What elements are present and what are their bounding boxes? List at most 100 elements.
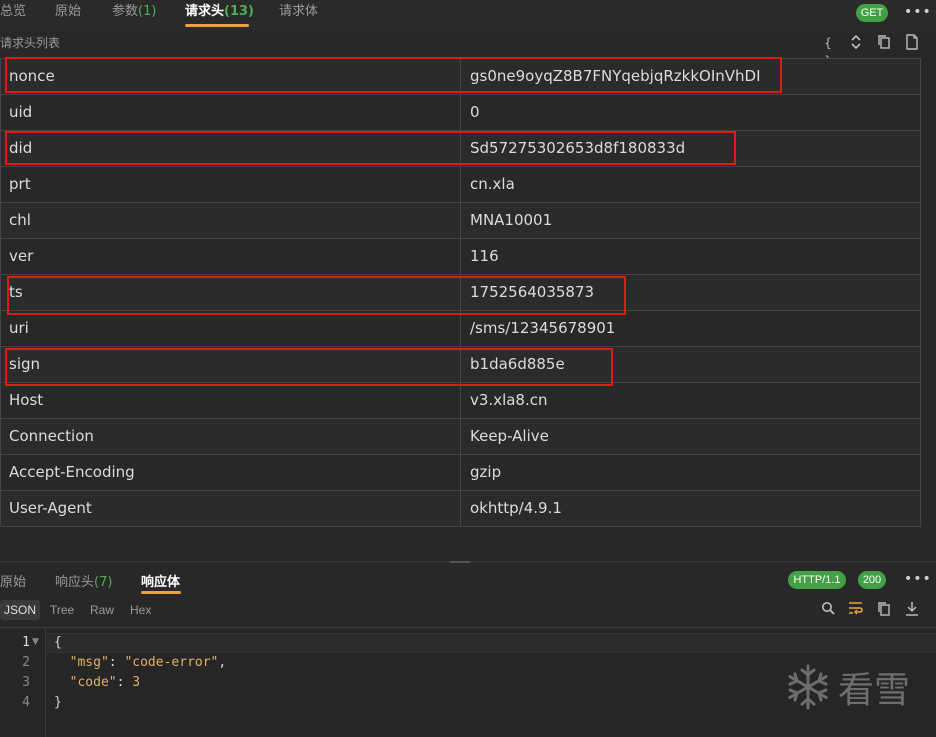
header-key: Connection <box>9 427 94 445</box>
header-key: ver <box>9 247 34 265</box>
header-value: MNA10001 <box>470 211 553 229</box>
header-value: Keep-Alive <box>470 427 549 445</box>
highlight-box-ts <box>7 276 626 315</box>
header-row[interactable]: uri/sms/12345678901 <box>1 311 921 347</box>
header-key: uid <box>9 103 33 121</box>
header-value: /sms/12345678901 <box>470 319 616 337</box>
header-value: gzip <box>470 463 502 481</box>
active-tab-indicator <box>185 24 249 27</box>
header-key: prt <box>9 175 31 193</box>
json-sep: : <box>108 655 125 670</box>
code-brace: } <box>54 695 62 710</box>
header-value: cn.xla <box>470 175 515 193</box>
tab-request-body[interactable]: 请求体 <box>279 3 318 21</box>
tab-overview[interactable]: 总览 <box>0 3 26 21</box>
tab-label: 原始 <box>55 4 82 19</box>
tab-label: 请求体 <box>279 4 319 19</box>
tab-response-raw[interactable]: 原始 <box>0 571 26 590</box>
column-divider <box>460 419 461 454</box>
column-divider <box>460 239 461 274</box>
response-tab-bar: 原始 响应头(7) 响应体 HTTP/1.1 200 ••• <box>0 563 936 597</box>
current-line-highlight <box>47 633 936 653</box>
format-json[interactable]: JSON <box>0 600 41 620</box>
json-comma: , <box>218 655 227 670</box>
highlight-box-nonce <box>5 57 782 93</box>
tab-label: 总览 <box>0 4 27 19</box>
tab-label: 响应头 <box>55 575 95 590</box>
code-line: "code": 3 <box>54 675 140 690</box>
json-key: "msg" <box>69 655 109 670</box>
header-value: okhttp/4.9.1 <box>470 499 562 517</box>
file-icon[interactable] <box>903 34 921 52</box>
tab-request-headers[interactable]: 请求头(13) <box>185 3 254 21</box>
tab-raw[interactable]: 原始 <box>55 3 81 21</box>
header-value: v3.xla8.cn <box>470 391 548 409</box>
line-gutter: 1 ▼ 2 3 4 <box>0 628 46 737</box>
protocol-badge: HTTP/1.1 <box>788 571 846 589</box>
header-row[interactable]: ver 116 <box>1 239 921 275</box>
highlight-box-sign <box>5 348 613 386</box>
code-line: } <box>54 695 62 710</box>
column-divider <box>460 311 461 346</box>
line-number: 2 <box>22 655 30 670</box>
tab-response-body[interactable]: 响应体 <box>141 571 180 590</box>
tab-count: (13) <box>224 4 254 19</box>
format-raw[interactable]: Raw <box>90 600 114 620</box>
line-number: 1 <box>22 635 30 650</box>
header-row[interactable]: User-Agent okhttp/4.9.1 <box>1 491 921 527</box>
watermark-text: 看雪 <box>838 670 911 711</box>
braces-icon[interactable]: { } <box>819 34 837 68</box>
code-line: { <box>54 635 62 650</box>
highlight-box-did <box>5 131 736 165</box>
tab-count: (1) <box>138 4 157 19</box>
wrap-icon[interactable] <box>847 601 865 619</box>
header-value: 116 <box>470 247 499 265</box>
tab-label: 原始 <box>0 575 27 590</box>
header-row[interactable]: Connection Keep-Alive <box>1 419 921 455</box>
json-sep: : <box>116 675 133 690</box>
active-tab-indicator <box>141 591 181 594</box>
search-icon[interactable] <box>819 601 837 619</box>
request-tab-bar: 总览 原始 参数(1) 请求头(13) 请求体 GET ••• <box>0 0 936 30</box>
code-line: "msg": "code-error", <box>54 655 227 670</box>
header-key: Host <box>9 391 44 409</box>
column-divider <box>460 95 461 130</box>
more-menu-icon[interactable]: ••• <box>904 4 932 20</box>
status-badge: 200 <box>858 571 886 589</box>
json-key: "code" <box>69 675 117 690</box>
code-brace: { <box>54 635 62 650</box>
header-key: User-Agent <box>9 499 92 517</box>
copy-icon[interactable] <box>875 601 893 619</box>
column-divider <box>460 167 461 202</box>
tab-response-headers[interactable]: 响应头(7) <box>55 571 112 590</box>
line-number: 3 <box>22 675 30 690</box>
expand-collapse-icon[interactable] <box>847 34 865 52</box>
download-icon[interactable] <box>903 601 921 619</box>
tab-count: (7) <box>94 575 113 590</box>
tab-label: 参数 <box>112 4 139 19</box>
more-menu-icon[interactable]: ••• <box>904 571 932 587</box>
fold-arrow-icon[interactable]: ▼ <box>32 637 39 647</box>
header-value: 0 <box>470 103 480 121</box>
header-key: Accept-Encoding <box>9 463 135 481</box>
method-badge: GET <box>856 4 888 22</box>
header-row[interactable]: Host v3.xla8.cn <box>1 383 921 419</box>
copy-icon[interactable] <box>875 34 893 52</box>
header-row[interactable]: chl MNA10001 <box>1 203 921 239</box>
column-divider <box>460 491 461 526</box>
column-divider <box>460 203 461 238</box>
section-title: 请求头列表 <box>0 36 61 50</box>
tab-params[interactable]: 参数(1) <box>112 3 156 21</box>
column-divider <box>460 455 461 490</box>
json-string: "code-error" <box>124 655 219 670</box>
header-row[interactable]: Accept-Encoding gzip <box>1 455 921 491</box>
line-number: 4 <box>22 695 30 710</box>
tab-label: 请求头 <box>185 4 225 19</box>
format-tree[interactable]: Tree <box>50 600 74 620</box>
header-key: chl <box>9 211 31 229</box>
column-divider <box>460 383 461 418</box>
header-row[interactable]: uid 0 <box>1 95 921 131</box>
tab-label: 响应体 <box>141 575 181 590</box>
format-hex[interactable]: Hex <box>130 600 151 620</box>
header-row[interactable]: prt cn.xla <box>1 167 921 203</box>
